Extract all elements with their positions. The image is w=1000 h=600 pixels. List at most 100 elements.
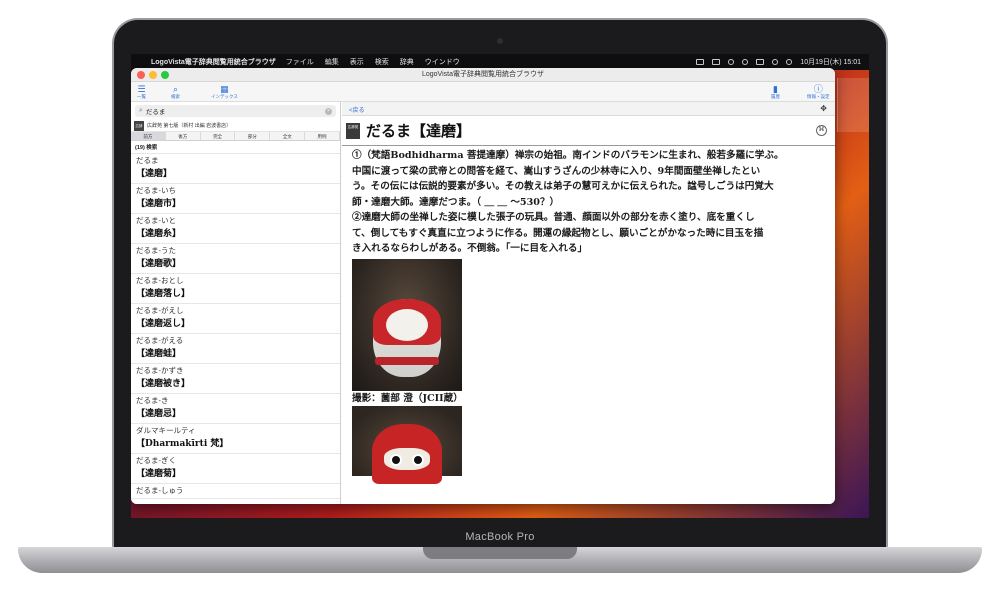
entry-headword: 【達磨落し】 [136,289,191,299]
move-icon[interactable]: ✥ [820,104,827,113]
menu-dictionary[interactable]: 辞典 [400,57,414,67]
article-line: 中国に渡って梁の武帝との問答を経て、嵩山すうざんの少林寺に入り、9年間面壁坐禅し… [352,165,761,177]
entry-reading: だるま‐き [136,396,169,405]
list-item[interactable]: だるま‐いち 【達磨市】 [131,184,340,214]
user-icon[interactable] [742,59,749,65]
menu-window[interactable]: ウインドウ [425,57,460,67]
entry-headword: 【達磨】 [136,169,173,179]
list-item[interactable]: だるま 【達磨】 [131,154,340,184]
laptop-notch [423,547,577,559]
entry-reading: ダルマキールティ [136,426,196,435]
history-button[interactable]: ▮ 履歴 [771,84,780,100]
keyboard-icon[interactable] [756,59,765,65]
entry-reading: だるま‐しゅう [136,486,184,495]
entry-reading: だるま‐がえる [136,336,184,345]
entry-headword: 【達磨忌】 [136,409,182,419]
tab-examples[interactable]: 用例 [305,132,340,140]
search-input[interactable]: だるま [146,106,166,116]
app-window: LogoVista電子辞典閲覧用統合ブラウザ ☰ 一覧 ⌕ 検索 ▦ インデック… [131,68,835,504]
bookmark-icon[interactable]: ⌘ [816,125,827,136]
entry-reading: だるま‐かずき [136,366,184,375]
entry-reading: だるま‐ぎく [136,456,177,465]
list-item[interactable]: だるま‐ぎく 【達磨菊】 [131,454,340,484]
entry-headword: 【達磨市】 [136,199,182,209]
info-settings-button[interactable]: ⓘ 情報・設定 [807,84,830,100]
tab-suffix[interactable]: 後方 [165,132,201,140]
list-item[interactable]: だるま‐うた 【達磨歌】 [131,244,340,274]
info-icon: ⓘ [813,84,823,94]
minimize-button[interactable] [149,71,157,79]
dictionary-selector[interactable]: 広辞苑 広辞苑 第七版（新村 出編 岩波書店） [131,120,340,138]
article-header: 広辞苑 だるま【達磨】 ⌘ [342,116,835,146]
article-line: 師・達磨大師。達摩だつま。（ ＿ ＿ 〜530？） [352,196,560,208]
index-button[interactable]: ▦ インデックス [211,84,238,100]
list-item[interactable]: だるま‐いと 【達磨糸】 [131,214,340,244]
search-icon[interactable] [772,59,779,65]
search-button[interactable]: ⌕ 検索 [171,84,180,100]
entry-reading: だるま‐うた [136,246,176,255]
entry-reading: だるま [136,156,159,165]
info-settings-label: 情報・設定 [807,94,830,99]
daruma-photo-2 [352,406,462,484]
menu-clock[interactable]: 10月19日(木) 15:01 [800,57,861,67]
list-button[interactable]: ☰ 一覧 [137,84,146,100]
search-mode-tabs: 前方 後方 完全 部分 全文 用例 [131,132,340,141]
entry-reading: だるま‐おとし [136,276,184,285]
entry-headword: 【達磨菊】 [136,469,182,479]
entry-headword: 【達磨返し】 [136,319,191,329]
daruma2-left-eye [390,454,402,466]
menu-app-name[interactable]: LogoVista電子辞典閲覧用統合ブラウザ [151,57,276,67]
daruma2-right-eye [412,454,424,466]
entry-headword: 【達磨糸】 [136,229,182,239]
grid-icon: ▦ [220,84,229,94]
list-item[interactable]: だるま‐かずき 【達磨被き】 [131,364,340,394]
menu-file[interactable]: ファイル [286,57,314,67]
window-controls [137,71,169,79]
index-button-label: インデックス [211,94,238,99]
entry-reading: だるま‐がえし [136,306,184,315]
daruma-photo [352,258,462,391]
toolbar: ☰ 一覧 ⌕ 検索 ▦ インデックス ▮ 履歴 ⓘ 情報・設定 [131,82,835,102]
list-item[interactable]: だるま‐がえる 【達磨蛙】 [131,334,340,364]
entry-headword: 【達磨被き】 [136,379,191,389]
battery-icon[interactable] [696,59,705,65]
back-button[interactable]: <戻る [349,105,365,114]
history-button-label: 履歴 [771,94,780,99]
list-item[interactable]: だるま‐がえし 【達磨返し】 [131,304,340,334]
entry-headword: 【達磨歌】 [136,259,182,269]
close-button[interactable] [137,71,145,79]
display-icon[interactable] [712,59,721,65]
camera-icon [497,38,503,44]
laptop-model-label: MacBook Pro [465,531,535,543]
list-item[interactable]: だるま‐おとし 【達磨落し】 [131,274,340,304]
menu-search[interactable]: 検索 [375,57,389,67]
article-line: う。その伝には伝説的要素が多い。その教えは弟子の慧可えかに伝えられた。諡号しごう… [352,181,774,192]
article-line: て、倒してもすぐ真直に立つように作る。開運の縁起物とし、願いごとがかなった時に目… [352,227,764,239]
entry-reading: だるま‐いち [136,186,176,195]
tab-fulltext[interactable]: 全文 [270,132,306,140]
tab-partial[interactable]: 部分 [235,132,271,140]
list-item[interactable]: だるま‐き【達磨忌】 [131,394,340,424]
search-field[interactable]: ⌕ だるま × [135,105,336,117]
entry-reading: だるま‐いと [136,216,176,225]
menu-edit[interactable]: 編集 [325,57,339,67]
window-titlebar: LogoVista電子辞典閲覧用統合ブラウザ [131,68,835,82]
tab-exact[interactable]: 完全 [200,132,236,140]
zoom-button[interactable] [161,71,169,79]
list-item[interactable]: ダルマキールティ 【Dharmakīrti 梵】 [131,424,340,454]
clear-search-icon[interactable]: × [325,107,332,115]
list-icon: ☰ [137,84,146,94]
desktop-widget [837,78,869,132]
article-line: ②達磨大師の坐禅した姿に模した張子の玩具。普通、顔面以外の部分を赤く塗り、底を重… [352,212,755,223]
article-line: き入れるならわしがある。不倒翁。「一に目を入れる」 [352,243,588,254]
article-navbar: <戻る ✥ [342,102,835,116]
article-line: ①（梵語Bodhidharma 菩提達摩）禅宗の始祖。南インドのバラモンに生まれ… [352,150,784,161]
results-pane: ⌕ だるま × 広辞苑 広辞苑 第七版（新村 出編 岩波書店） 前方 後方 完全… [131,102,341,504]
menu-view[interactable]: 表示 [350,57,364,67]
article-pane: <戻る ✥ 広辞苑 だるま【達磨】 ⌘ ①（梵語Bodhidharma 菩提達摩… [342,102,835,504]
wifi-icon[interactable] [728,59,735,65]
control-center-icon[interactable] [786,59,793,65]
photo-caption: 撮影：薗部 澄（JCII蔵） [352,392,463,404]
list-item[interactable]: だるま‐しゅう [131,484,340,499]
tab-prefix[interactable]: 前方 [131,132,166,140]
